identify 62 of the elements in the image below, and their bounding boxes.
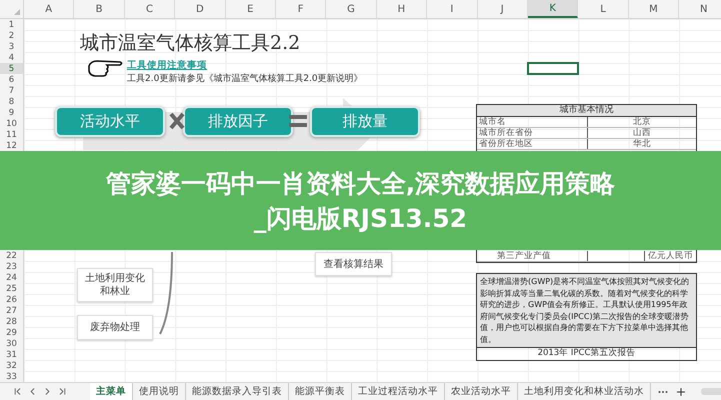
- column-header[interactable]: L: [578, 0, 629, 18]
- column-header[interactable]: E: [226, 0, 276, 18]
- row-header[interactable]: 11: [0, 129, 23, 140]
- column-header[interactable]: C: [124, 0, 176, 18]
- row-header[interactable]: 24: [0, 272, 23, 283]
- row-header[interactable]: 31: [0, 349, 23, 360]
- row-header[interactable]: 8: [0, 96, 23, 107]
- column-header[interactable]: A: [24, 0, 74, 18]
- activity-box[interactable]: 废弃物处理: [77, 315, 153, 340]
- column-header[interactable]: I: [427, 0, 478, 18]
- activity-box[interactable]: 土地利用变化和林业: [77, 268, 153, 302]
- table-cell: 城市名: [477, 117, 588, 127]
- row-header[interactable]: 12: [0, 140, 23, 151]
- result-button[interactable]: 查看核算结果: [315, 252, 392, 276]
- row-header[interactable]: 23: [0, 261, 23, 272]
- sheet-title: 城市温室气体核算工具2.2: [80, 31, 300, 56]
- row-header[interactable]: 28: [0, 316, 23, 327]
- row-header[interactable]: 32: [0, 360, 23, 371]
- sheet-tab[interactable]: 能源平衡表: [289, 383, 352, 400]
- row-header[interactable]: 6: [0, 74, 23, 85]
- gwp-source[interactable]: 2013年 IPCC第五次报告: [477, 348, 696, 360]
- row-header[interactable]: 1: [0, 19, 23, 30]
- update-note: 工具2.0更新请参见《城市温室气体核算工具2.0更新说明》: [127, 72, 363, 85]
- sheet-tab[interactable]: 使用说明: [133, 383, 186, 400]
- row-header[interactable]: 29: [0, 327, 23, 338]
- table-cell: 城市所在省份: [477, 128, 588, 138]
- row-header[interactable]: 27: [0, 305, 23, 316]
- column-header[interactable]: G: [326, 0, 377, 18]
- row-header[interactable]: 4: [0, 52, 23, 63]
- banner-text: 管家婆一码中一肖资料大全,深究数据应用策略: [106, 168, 616, 198]
- table-cell: 省份所在地区: [477, 139, 588, 149]
- row-header[interactable]: 10: [0, 118, 23, 129]
- table-cell: 亿元人民币: [644, 251, 696, 261]
- column-header[interactable]: K: [528, 0, 578, 18]
- row-header[interactable]: 25: [0, 283, 23, 294]
- row-header[interactable]: 3: [0, 41, 23, 52]
- sheet-tab[interactable]: 土地利用变化和林业活动水: [518, 383, 651, 400]
- column-header[interactable]: H: [376, 0, 428, 18]
- sheet-tab[interactable]: 农业活动水平: [445, 383, 518, 400]
- row-header[interactable]: 30: [0, 338, 23, 349]
- table-cell: 第三产业产值: [477, 251, 588, 261]
- table-cell[interactable]: 北京: [588, 117, 696, 127]
- column-header[interactable]: D: [175, 0, 226, 18]
- row-header[interactable]: 9: [0, 107, 23, 118]
- row-header[interactable]: 7: [0, 85, 23, 96]
- column-header[interactable]: M: [628, 0, 680, 18]
- sheet-tab[interactable]: 工业过程活动水平: [352, 383, 445, 400]
- row-header[interactable]: 33: [0, 371, 23, 382]
- table-cell[interactable]: 山西: [588, 128, 696, 138]
- column-header[interactable]: F: [276, 0, 326, 18]
- row-header[interactable]: 22: [0, 250, 23, 261]
- table-title: 城市基本情况: [477, 105, 696, 117]
- row-header[interactable]: 5: [0, 63, 23, 74]
- row-header[interactable]: 26: [0, 294, 23, 305]
- table-cell[interactable]: 华北: [588, 139, 696, 149]
- gwp-note: 全球增温潜势(GWP)是将不同温室气体按照其对气候变化的影响折算成等当量二氧化碳的系数。随着对气候变化的科学研究的进步，GWP值会有所修正。工具默认使用1995年政府间气候变化专门委员会(IPCC)第二次报告的全球变暖潜势值，用户也可以根据自身的需要在下方下拉菜单中选择其他值。: [477, 274, 696, 348]
- sheet-tab[interactable]: 主菜单: [90, 383, 133, 400]
- banner-text: _闪电版RJS13.52: [254, 202, 468, 234]
- column-header[interactable]: N: [679, 0, 721, 18]
- column-header[interactable]: B: [74, 0, 125, 18]
- row-header[interactable]: 2: [0, 30, 23, 41]
- sheet-tab[interactable]: 能源数据录入导引表: [186, 383, 289, 400]
